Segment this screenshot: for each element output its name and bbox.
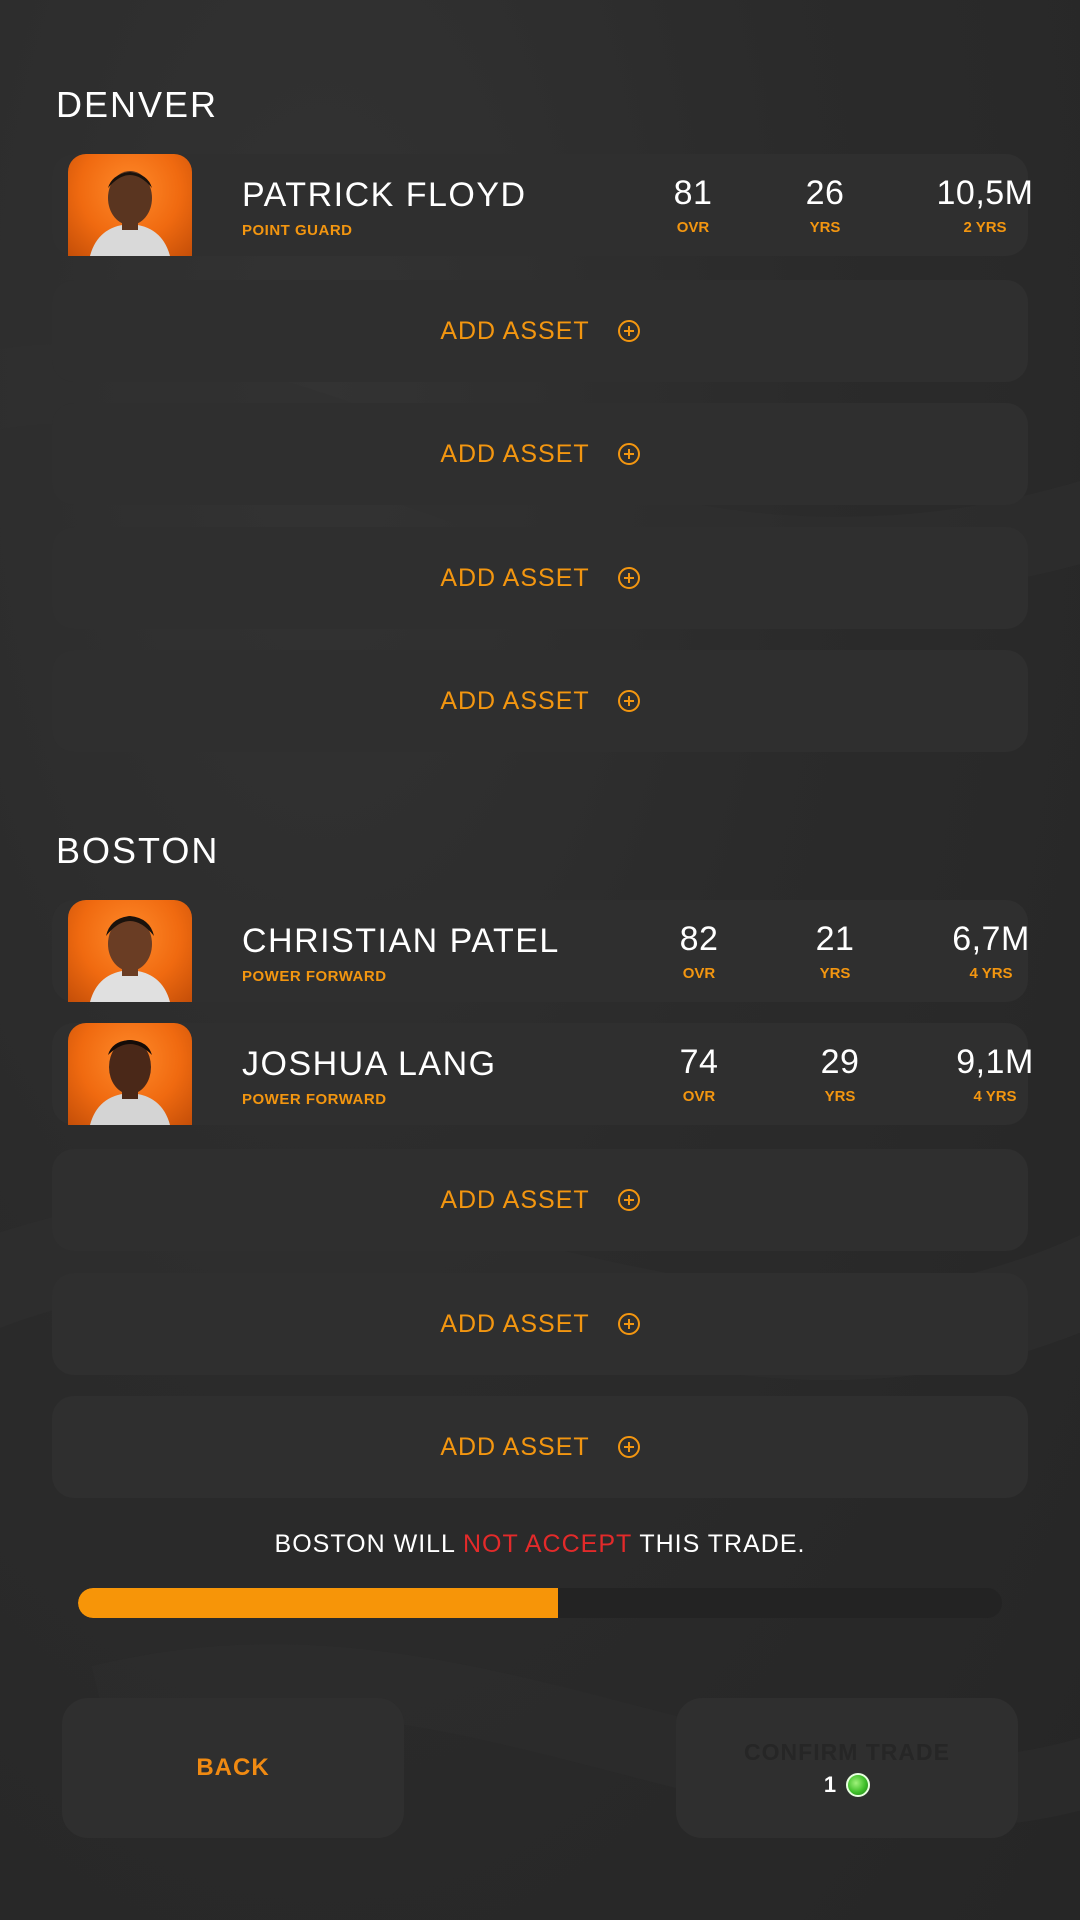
- player-position: POWER FORWARD: [242, 1091, 387, 1108]
- salary-stat: 6,7M 4 YRS: [952, 920, 1030, 982]
- confirm-trade-button[interactable]: CONFIRM TRADE 1: [676, 1698, 1018, 1838]
- ovr-stat: 82 OVR: [679, 920, 719, 982]
- player-position: POWER FORWARD: [242, 968, 387, 985]
- trade-verdict: BOSTON WILL NOT ACCEPT THIS TRADE.: [274, 1530, 806, 1558]
- player-name: PATRICK FLOYD: [242, 176, 527, 214]
- add-asset-label: ADD ASSET: [440, 316, 590, 345]
- team-title-denver: DENVER: [56, 84, 219, 125]
- player-portrait: [68, 900, 192, 1002]
- add-asset-label: ADD ASSET: [440, 1185, 590, 1214]
- confirm-cost: 1: [824, 1772, 871, 1798]
- add-asset-button[interactable]: ADD ASSET: [52, 1149, 1028, 1251]
- acceptance-progress-fill: [78, 1588, 559, 1618]
- player-position: POINT GUARD: [242, 222, 353, 239]
- plus-circle-icon: [617, 1189, 640, 1211]
- add-asset-button[interactable]: ADD ASSET: [52, 1273, 1028, 1375]
- ovr-stat: 74 OVR: [679, 1043, 719, 1105]
- add-asset-label: ADD ASSET: [440, 1432, 590, 1461]
- player-portrait: [68, 154, 192, 256]
- add-asset-button[interactable]: ADD ASSET: [52, 280, 1028, 382]
- add-asset-label: ADD ASSET: [440, 563, 590, 592]
- add-asset-button[interactable]: ADD ASSET: [52, 650, 1028, 752]
- add-asset-label: ADD ASSET: [440, 439, 590, 468]
- back-button[interactable]: BACK: [62, 1698, 404, 1838]
- player-card[interactable]: CHRISTIAN PATEL POWER FORWARD 82 OVR 21 YR…: [52, 900, 1029, 1002]
- green-gem-icon: [846, 1772, 871, 1797]
- player-card[interactable]: JOSHUA LANG POWER FORWARD 74 OVR 29 YRS 9,…: [52, 1023, 1033, 1125]
- confirm-trade-label: CONFIRM TRADE: [744, 1738, 950, 1765]
- plus-circle-icon: [617, 690, 640, 712]
- player-name: JOSHUA LANG: [242, 1045, 497, 1083]
- player-card[interactable]: PATRICK FLOYD POINT GUARD 81 OVR 26 YRS 10…: [52, 154, 1033, 256]
- plus-circle-icon: [617, 443, 640, 465]
- salary-stat: 10,5M 2 YRS: [936, 174, 1034, 236]
- player-portrait: [68, 1023, 192, 1125]
- acceptance-progress-bar: [78, 1588, 1002, 1618]
- verdict-highlight: NOT ACCEPT: [462, 1530, 632, 1558]
- salary-stat: 9,1M 4 YRS: [956, 1043, 1034, 1105]
- add-asset-button[interactable]: ADD ASSET: [52, 1396, 1028, 1498]
- add-asset-button[interactable]: ADD ASSET: [52, 403, 1028, 505]
- team-title-boston: BOSTON: [56, 830, 220, 871]
- plus-circle-icon: [617, 567, 640, 589]
- age-stat: 21 YRS: [815, 920, 855, 982]
- add-asset-button[interactable]: ADD ASSET: [52, 527, 1028, 629]
- age-stat: 29 YRS: [820, 1043, 860, 1105]
- plus-circle-icon: [617, 1313, 640, 1335]
- age-stat: 26 YRS: [805, 174, 845, 236]
- ovr-stat: 81 OVR: [673, 174, 713, 236]
- player-name: CHRISTIAN PATEL: [242, 922, 560, 960]
- plus-circle-icon: [617, 1436, 640, 1458]
- plus-circle-icon: [617, 320, 640, 342]
- add-asset-label: ADD ASSET: [440, 1309, 590, 1338]
- add-asset-label: ADD ASSET: [440, 686, 590, 715]
